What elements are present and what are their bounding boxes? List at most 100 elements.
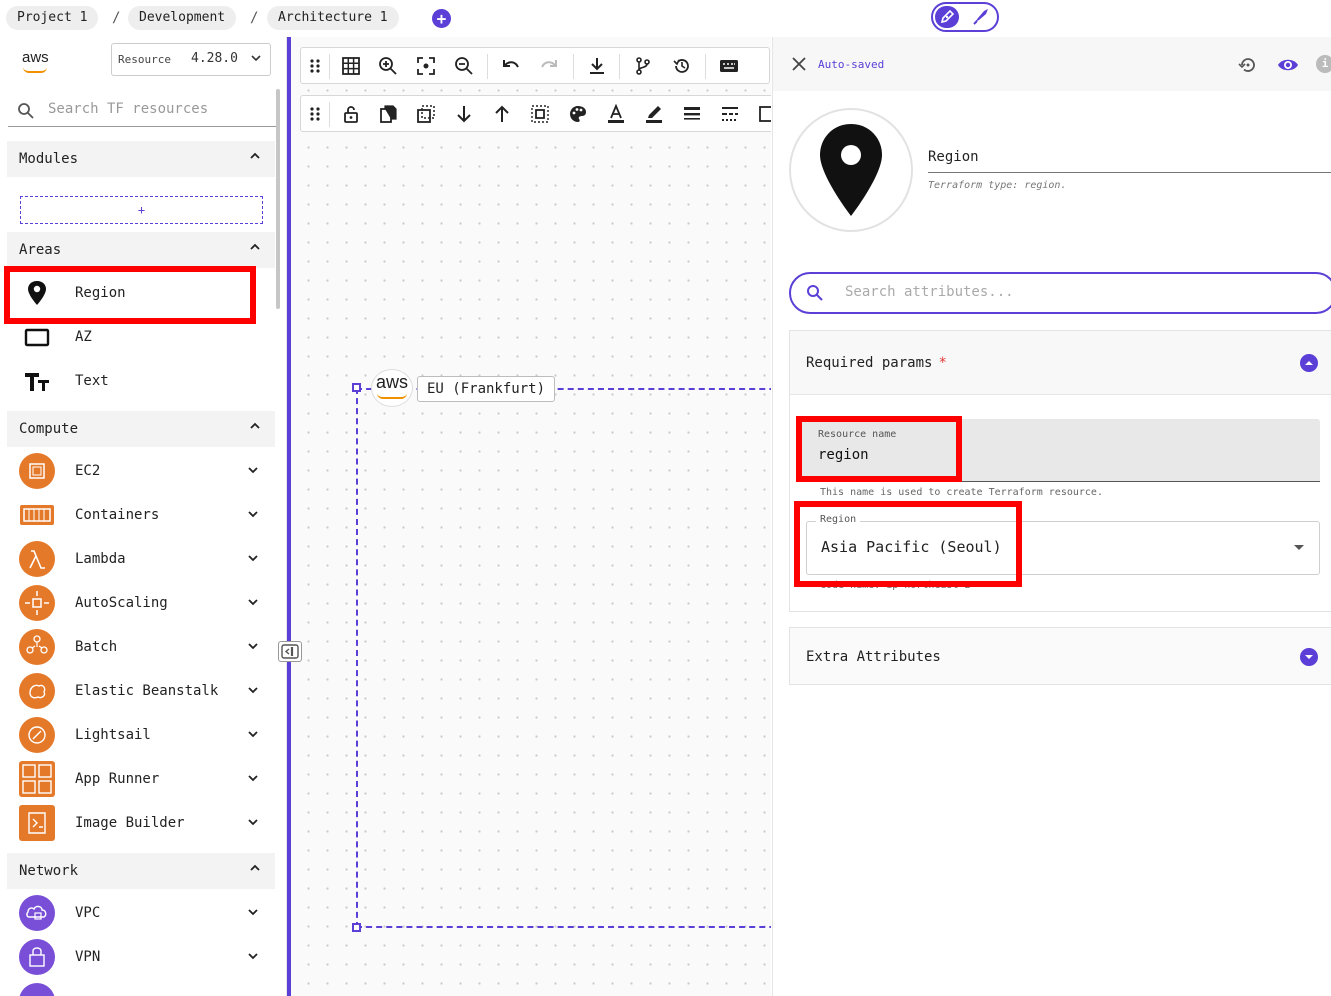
chevron-down-icon [248,511,258,518]
info-icon[interactable]: i [1316,55,1331,73]
font-color-icon[interactable] [606,104,626,124]
vpn-icon [19,939,55,975]
drag-handle-icon[interactable] [305,56,325,76]
sidebar-item-elastic-beanstalk[interactable]: Elastic Beanstalk [7,669,275,713]
breadcrumb-project[interactable]: Project 1 [6,6,99,30]
keyboard-icon[interactable] [719,56,739,76]
history-icon[interactable] [1238,55,1258,75]
add-module-button[interactable]: + [20,196,263,224]
branch-icon[interactable] [633,56,653,76]
sidebar-item-lambda[interactable]: Lambda [7,537,275,581]
sidebar-item-containers[interactable]: Containers [7,493,275,537]
ec2-icon [19,453,55,489]
resource-sidebar: aws Resource 4.28.0 Modules + Areas Regi… [0,37,287,996]
arrow-down-icon[interactable] [454,104,474,124]
sidebar-item-app-runner[interactable]: App Runner [7,757,275,801]
zoom-in-icon[interactable] [378,56,398,76]
zoom-out-icon[interactable] [454,56,474,76]
collapse-toggle[interactable] [1300,354,1318,372]
undo-icon[interactable] [501,56,521,76]
extra-attributes-panel[interactable]: Extra Attributes [789,627,1331,685]
add-architecture-button[interactable]: + [432,9,451,28]
eye-icon[interactable] [1277,55,1299,75]
network-section-header[interactable]: Network [7,853,275,889]
areas-section-header[interactable]: Areas [7,232,275,268]
toolbar-divider [573,54,574,79]
history-icon[interactable] [672,56,692,76]
sidebar-item-image-builder[interactable]: Image Builder [7,801,275,845]
aws-logo-text: aws [376,372,409,392]
aws-logo-smile [23,67,47,73]
map-pin-icon [820,124,882,216]
sidebar-item-vpc[interactable]: VPC [7,891,275,935]
region-area[interactable] [356,388,771,928]
search-attributes-input[interactable] [845,284,1265,300]
chevron-down-icon [248,819,258,826]
sidebar-item-batch[interactable]: Batch [7,625,275,669]
sidebar-item-ec2[interactable]: EC2 [7,449,275,493]
required-params-title: Required params * [806,355,947,371]
mode-toggle[interactable] [931,2,999,32]
breadcrumb-separator: / [112,10,121,26]
copy-icon[interactable] [378,104,398,124]
canvas-toolbar-primary [300,47,770,84]
pen-icon[interactable] [644,104,664,124]
sidebar-scrollbar[interactable] [276,89,280,309]
sidebar-item-label: EC2 [75,463,101,479]
resource-title-field[interactable]: Region [928,141,1331,173]
network-title: Network [19,863,79,879]
frame-icon[interactable] [757,104,771,124]
collapse-sidebar-button[interactable] [278,641,302,662]
containers-icon [20,505,54,525]
sidebar-item-text[interactable]: Text [7,359,275,403]
palette-icon[interactable] [568,104,588,124]
diagram-canvas[interactable]: aws EU (Frankfurt) [291,37,771,996]
line-style-icon[interactable] [720,104,740,124]
resize-handle[interactable] [352,923,361,932]
provider-version-select[interactable]: Resource 4.28.0 [111,43,271,76]
sidebar-item-label: Elastic Beanstalk [75,683,219,699]
grid-icon[interactable] [341,56,361,76]
search-resources-field[interactable] [8,95,279,127]
arrow-up-icon[interactable] [492,104,512,124]
drag-handle-icon[interactable] [305,104,325,124]
terraform-type: Terraform type: region. [928,180,1067,191]
toolbar-divider [619,54,620,79]
line-weight-icon[interactable] [682,104,702,124]
search-resources-input[interactable] [48,101,273,117]
chevron-up-icon [250,152,260,159]
expand-toggle[interactable] [1300,648,1318,666]
close-icon[interactable] [791,56,807,72]
edit-mode-button[interactable] [935,6,959,28]
breadcrumb-architecture[interactable]: Architecture 1 [267,6,399,30]
highlight-box [794,501,1022,587]
sidebar-item-autoscaling[interactable]: AutoScaling [7,581,275,625]
deploy-mode-button[interactable] [969,6,993,28]
select-icon[interactable] [416,104,436,124]
caret-down-icon [1294,545,1304,550]
chevron-down-icon [248,555,258,562]
modules-section-header[interactable]: Modules [7,141,275,177]
chevron-down-icon [248,731,258,738]
batch-icon [19,629,55,665]
toolbar-divider [705,54,706,79]
resource-avatar [789,108,913,232]
search-icon [807,285,823,301]
breadcrumb-environment[interactable]: Development [128,6,237,30]
modules-title: Modules [19,151,79,167]
fit-screen-icon[interactable] [416,56,436,76]
sidebar-item-vpn[interactable]: VPN [7,935,275,979]
chevron-down-icon [248,467,258,474]
region-node-label[interactable]: EU (Frankfurt) [417,376,556,402]
highlight-box [4,266,256,324]
sidebar-item-label: App Runner [75,771,160,787]
required-params-header[interactable]: Required params * [790,331,1331,395]
redo-icon[interactable] [539,56,559,76]
search-attributes-field[interactable] [789,272,1331,314]
compute-section-header[interactable]: Compute [7,411,275,447]
resize-handle[interactable] [352,383,361,392]
group-icon[interactable] [530,104,550,124]
download-icon[interactable] [587,56,607,76]
sidebar-item-lightsail[interactable]: Lightsail [7,713,275,757]
lock-icon[interactable] [341,104,361,124]
